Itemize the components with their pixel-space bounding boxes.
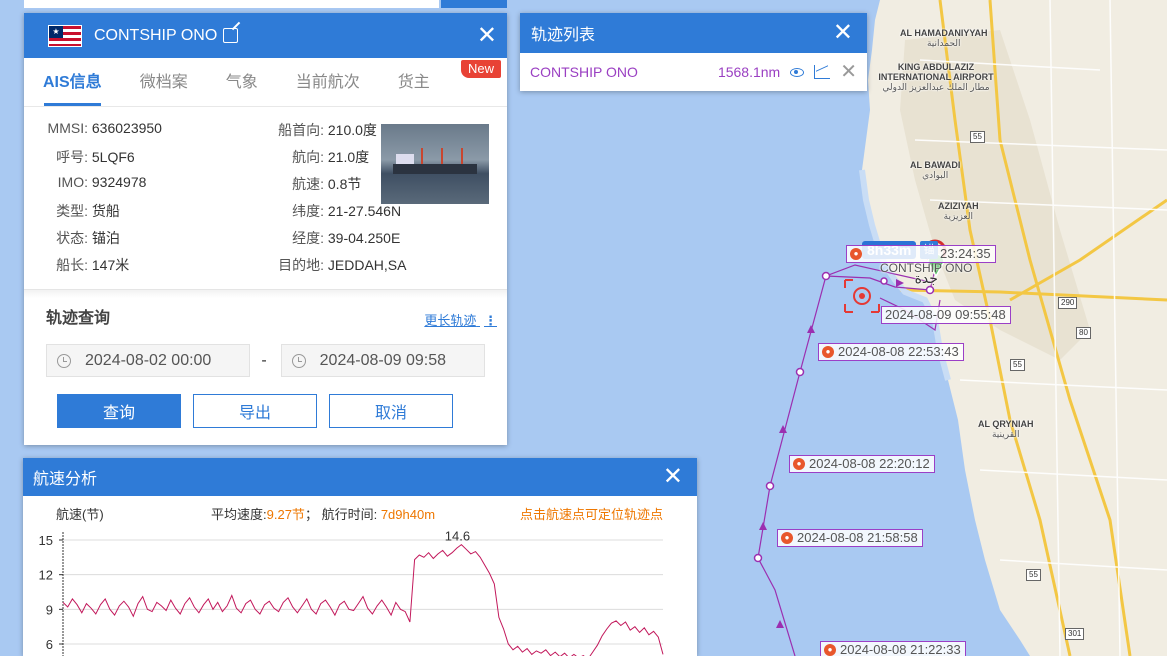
road-shield: 290 [1058,297,1078,309]
road-shield: 55 [970,131,985,143]
speed-summary: 航速(节) 平均速度:9.27节； 航行时间: 7d9h40m 点击航速点可定位… [23,496,697,522]
flag-icon: ★ [48,24,82,47]
track-length: 1568.1nm [717,64,781,80]
map-place-label: AL BAWADI البوادي [910,160,961,180]
tab-weather[interactable]: 气象 [207,58,277,106]
info-column-left: MMSI: 636023950 呼号: 5LQF6 IMO: 9324978 类… [38,120,162,282]
ship-info-panel: ★ CONTSHIP ONO ✕ AIS信息 微档案 气象 当前航次 货主 Ne… [24,13,507,445]
clock-icon [291,353,306,368]
close-icon[interactable]: ✕ [663,465,683,489]
road-shield: 80 [1076,327,1091,339]
track-point-label[interactable]: ● 2024-08-08 22:20:12 [789,455,935,473]
close-icon[interactable]: ✕ [477,23,497,48]
query-button[interactable]: 查询 [57,394,181,428]
speed-analysis-panel: 航速分析 ✕ 航速(节) 平均速度:9.27节； 航行时间: 7d9h40m 点… [23,458,697,656]
track-list-panel: 轨迹列表 ✕ CONTSHIP ONO 1568.1nm ✕ [520,13,867,91]
speed-stats: 平均速度:9.27节； 航行时间: 7d9h40m [211,507,436,522]
track-query-buttons: 查询 导出 取消 [46,394,485,428]
avg-speed-value: 9.27节 [266,507,305,522]
track-ship-name[interactable]: CONTSHIP ONO [530,64,638,80]
eye-icon[interactable] [790,67,805,77]
search-bar-edge [24,0,439,8]
ship-name: CONTSHIP ONO [94,26,218,44]
ais-info-section: MMSI: 636023950 呼号: 5LQF6 IMO: 9324978 类… [24,107,507,289]
road-shield: 301 [1065,628,1085,640]
track-point-label[interactable]: ● 2024-08-08 22:53:43 [818,343,964,361]
tab-micro-archive[interactable]: 微档案 [121,58,207,106]
info-row-imo: IMO: 9324978 [57,174,147,190]
longer-track-link[interactable]: 更长轨迹 ⋮ [424,310,497,329]
road-shield: 55 [1026,569,1041,581]
cancel-button[interactable]: 取消 [329,394,453,428]
info-row-callsign: 呼号: 5LQF6 [56,149,135,165]
track-point-label[interactable]: ● 23:24:35 [846,245,996,263]
speed-chart[interactable]: 6 9 12 15 14.6 [23,522,697,656]
edit-icon[interactable] [223,28,239,43]
speed-panel-title: 航速分析 [33,471,98,488]
track-query-title: 轨迹查询 [46,310,111,327]
track-point-icon: ● [822,346,834,358]
info-row-length: 船长: 147米 [56,257,130,273]
y-tick-label: 12 [39,568,53,583]
speed-chart-icon[interactable] [814,65,831,79]
speed-panel-header: 航速分析 ✕ [23,458,697,496]
date-range: 2024-08-02 00:00 - 2024-08-09 09:58 [46,344,485,377]
speed-hint: 点击航速点可定位轨迹点 [519,507,663,522]
close-icon[interactable]: ✕ [833,21,853,45]
track-point-icon: ● [781,532,793,544]
ship-photo[interactable] [381,124,489,204]
date-separator: - [261,351,267,369]
track-list-header: 轨迹列表 ✕ [520,13,867,53]
map-place-label: AZIZIYAH العزيزية [938,201,979,221]
start-date-input[interactable]: 2024-08-02 00:00 [46,344,251,377]
tab-ais-info[interactable]: AIS信息 [24,58,121,106]
y-tick-label: 6 [46,637,53,652]
voyage-time-value: 7d9h40m [380,507,436,522]
tab-cargo-owner[interactable]: 货主 [379,58,449,106]
export-button[interactable]: 导出 [193,394,317,428]
y-tick-label: 9 [46,602,53,617]
track-list-row[interactable]: CONTSHIP ONO 1568.1nm ✕ [520,53,867,91]
end-date-input[interactable]: 2024-08-09 09:58 [280,344,485,377]
ship-panel-header: ★ CONTSHIP ONO ✕ [24,13,507,58]
info-row-longitude: 经度: 39-04.250E [292,230,401,246]
info-row-latitude: 纬度: 21-27.546N [292,203,402,219]
map-place-label: KING ABDULAZIZ INTERNATIONAL AIRPORT مطار… [878,62,994,92]
map-place-label: AL HAMADANIYYAH الحمدانية [900,28,988,48]
info-row-status: 状态: 锚泊 [56,230,120,246]
track-point-icon: ● [824,644,836,656]
track-point-label[interactable]: ● 2024-08-08 21:58:58 [777,529,923,547]
info-row-mmsi: MMSI: 636023950 [47,120,162,136]
new-badge: New [460,60,501,78]
track-point-icon: ● [793,458,805,470]
road-shield: 55 [1010,359,1025,371]
track-point-label[interactable]: 2024-08-09 09:55:48 [881,306,1011,324]
map-place-label: AL QRYNIAH القرينية [978,419,1034,439]
more-vertical-icon: ⋮ [484,313,497,328]
section-divider [24,289,507,298]
track-query-section: 轨迹查询 更长轨迹 ⋮ 2024-08-02 00:00 - 2024-08-0… [24,304,507,428]
speed-unit-label: 航速(节) [56,507,104,522]
info-row-destination: 目的地: JEDDAH,SA [278,257,407,273]
track-point-icon: ● [850,248,862,260]
track-point-label[interactable]: ● 2024-08-08 21:22:33 [820,641,966,656]
tab-current-voyage[interactable]: 当前航次 [277,58,379,106]
vessel-map-label: CONTSHIP ONO جدة [880,261,973,286]
ship-tabs: AIS信息 微档案 气象 当前航次 货主 New [24,58,507,107]
clock-icon [57,353,71,368]
search-button-edge [441,0,507,8]
y-tick-label: 15 [39,533,53,548]
remove-track-icon[interactable]: ✕ [840,62,857,82]
info-row-type: 类型: 货船 [56,203,120,219]
speed-series-line[interactable] [62,543,664,656]
track-list-title: 轨迹列表 [531,27,596,44]
max-speed-label: 14.6 [445,529,470,544]
